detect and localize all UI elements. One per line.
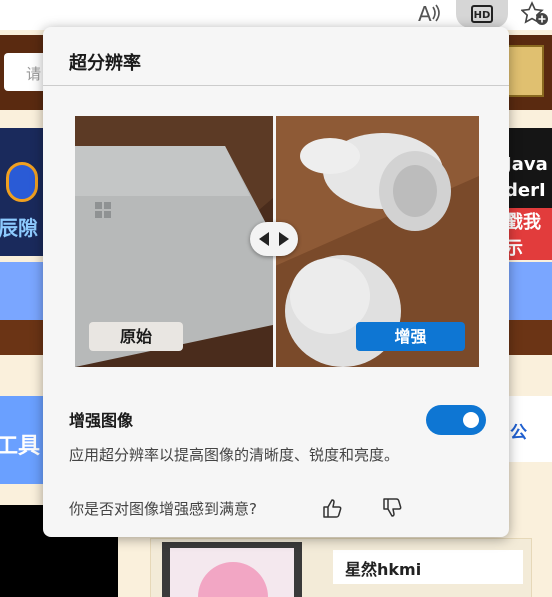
original-label: 原始 — [89, 322, 183, 351]
read-aloud-button[interactable]: A — [412, 0, 446, 28]
read-aloud-icon: A — [418, 2, 440, 26]
left-banner-text: 辰隙 — [0, 216, 38, 240]
feedback-question: 你是否对图像增强感到满意? — [69, 500, 257, 518]
thumbs-down-icon — [383, 498, 402, 517]
super-resolution-popup: 超分辨率 原始 增强 增强图像 应用超分辨率以提高图像的清晰度、锐度和亮度。 你… — [43, 27, 509, 537]
left-dark-band — [0, 320, 44, 355]
right-banner-text-1: Java — [505, 154, 548, 175]
enhance-setting-description: 应用超分辨率以提高图像的清晰度、锐度和亮度。 — [69, 446, 400, 464]
bottom-thumbnail[interactable] — [162, 542, 302, 597]
enhance-toggle[interactable] — [426, 405, 486, 435]
left-banner-logo — [6, 162, 38, 202]
thumbnail-image — [170, 548, 294, 597]
title-divider — [43, 85, 509, 86]
comparison-slider-handle[interactable] — [250, 222, 298, 256]
popup-title: 超分辨率 — [69, 53, 141, 74]
thumbs-up-icon — [323, 499, 342, 518]
left-banner[interactable]: 辰隙 — [0, 128, 44, 256]
thumbs-down-button[interactable] — [377, 493, 407, 523]
hd-icon: HD — [471, 5, 493, 23]
image-comparison: 原始 增强 — [75, 116, 479, 367]
thumbnail-hair — [198, 562, 268, 597]
search-text-fragment: 请 — [26, 65, 42, 83]
right-banner[interactable]: Java derI 戳我示 — [505, 128, 552, 260]
right-banner-text-2: derI — [505, 180, 546, 201]
enhance-setting-title: 增强图像 — [69, 411, 134, 430]
add-favorite-button[interactable] — [518, 0, 552, 28]
right-dark-band — [509, 320, 552, 355]
thumbs-up-button[interactable] — [317, 493, 347, 523]
image-enhance-button[interactable]: HD — [456, 0, 508, 28]
right-card-text: 公 — [510, 423, 527, 443]
left-blue-band — [0, 262, 44, 320]
svg-text:A: A — [418, 2, 432, 26]
enhanced-label: 增强 — [356, 322, 465, 351]
left-tools-card[interactable]: 工具 — [0, 396, 44, 484]
right-blue-band — [509, 262, 552, 320]
right-banner-text-3: 戳我示 — [505, 208, 552, 260]
arrows-left-right-icon — [259, 232, 289, 246]
tools-text: 工具 — [0, 434, 41, 459]
toggle-knob — [463, 412, 479, 428]
add-favorite-icon — [521, 1, 548, 25]
bottom-name-box: 星然hkmi — [333, 550, 523, 584]
browser-toolbar: A HD — [0, 0, 552, 30]
card-name[interactable]: 星然hkmi — [345, 556, 421, 580]
search-box-fragment[interactable]: 请 — [4, 53, 44, 91]
